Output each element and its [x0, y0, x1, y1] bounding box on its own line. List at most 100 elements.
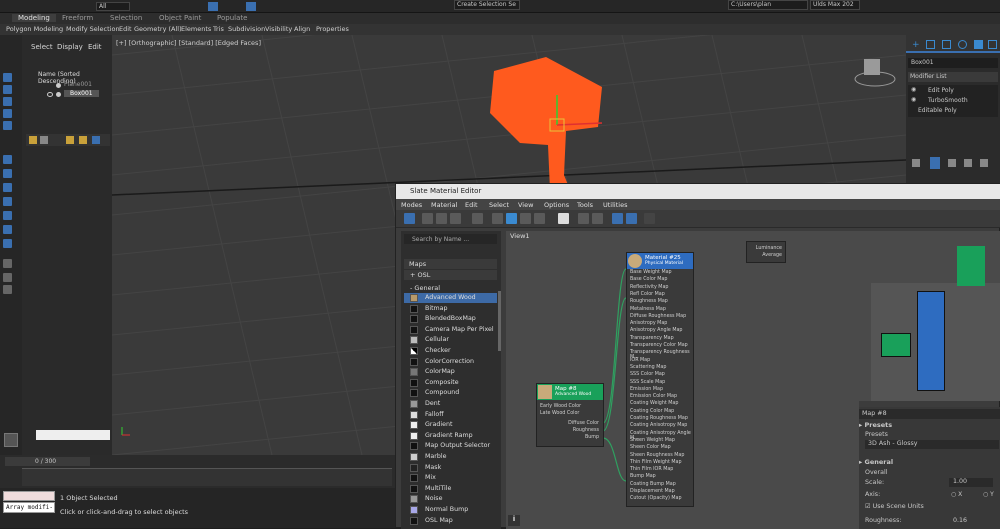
folder-icon[interactable] [66, 136, 74, 144]
create-tab-icon[interactable]: + [912, 40, 920, 50]
scene-menu-select[interactable]: Select [31, 43, 53, 51]
slot-thin-film-ior-map[interactable]: Thin Film IOR Map [630, 467, 673, 472]
layout-all-icon[interactable] [578, 213, 589, 224]
filter-groups-icon[interactable] [3, 169, 12, 178]
slot-base-color-map[interactable]: Base Color Map [630, 277, 667, 282]
slot-bump[interactable]: Bump [585, 435, 599, 440]
partial-node[interactable]: Luminance Average [746, 241, 786, 263]
ribbon-tris[interactable]: Tris [213, 25, 224, 33]
display-icon[interactable] [40, 136, 48, 144]
time-slider[interactable]: 0 / 300 [5, 457, 90, 466]
presets-dropdown[interactable]: 3D Ash - Glossy [865, 440, 999, 449]
hide-unused-slots-icon[interactable] [506, 213, 517, 224]
map-item-colormap[interactable]: ColorMap [404, 367, 497, 377]
utilities-tab-icon[interactable] [988, 40, 997, 49]
tab-modeling[interactable]: Modeling [12, 14, 56, 22]
select-by-material-icon[interactable] [644, 213, 655, 224]
slot-refl-color-map[interactable]: Refl Color Map [630, 292, 665, 297]
modifier-list-dropdown[interactable]: Modifier List [908, 72, 998, 82]
browser-search-input[interactable]: Search by Name ... [404, 234, 497, 244]
scene-menu-edit[interactable]: Edit [88, 43, 102, 51]
slot-anisotropy-angle-map[interactable]: Anisotropy Angle Map [630, 328, 682, 333]
maps-group-header[interactable]: Maps [404, 259, 497, 269]
map-item-gradient[interactable]: Gradient [404, 420, 497, 430]
filter-hidden-icon[interactable] [3, 239, 12, 248]
slot-transparency-map[interactable]: Transparency Map [630, 336, 674, 341]
map-item-blendedboxmap[interactable]: BlendedBoxMap [404, 314, 497, 324]
map-item-noise[interactable]: Noise [404, 494, 497, 504]
map-item-compound[interactable]: Compound [404, 388, 497, 398]
workspace-dropdown[interactable]: Ulds Max 202 [810, 0, 860, 10]
slot-emission-color-map[interactable]: Emission Color Map [630, 394, 677, 399]
ribbon-properties[interactable]: Properties [316, 25, 349, 33]
material-node-physical[interactable]: Material #25 Physical Material Base Weig… [626, 252, 694, 507]
slot-coating-anisotropy-map[interactable]: Coating Anisotropy Map [630, 423, 687, 428]
parameter-editor-icon[interactable] [626, 213, 637, 224]
maxscript-input[interactable]: Array modifi- [3, 502, 55, 513]
selection-set-dropdown[interactable]: Create Selection Se [454, 0, 520, 10]
filter-spacewarps-icon[interactable] [3, 155, 12, 164]
filter-xrefs-icon[interactable] [3, 183, 12, 192]
pick-material-icon[interactable] [422, 213, 433, 224]
map-item-mask[interactable]: Mask [404, 463, 497, 473]
maxscript-listener[interactable] [3, 491, 55, 501]
filter-geometry-icon[interactable] [3, 73, 12, 82]
tab-populate[interactable]: Populate [217, 14, 247, 22]
roughness-input[interactable]: 0.16 [949, 517, 993, 526]
use-scene-units-checkbox[interactable]: ☑ Use Scene Units [865, 503, 924, 510]
map-item-composite[interactable]: Composite [404, 378, 497, 388]
filter-lights-icon[interactable] [3, 97, 12, 106]
ribbon-polygon-modeling[interactable]: Polygon Modeling [6, 25, 63, 33]
invert-display-icon[interactable] [3, 285, 12, 294]
snap-toggle-icon[interactable] [208, 2, 218, 11]
explorer-toggle-icon[interactable] [4, 433, 18, 447]
select-tool-icon[interactable] [404, 213, 415, 224]
delete-selected-icon[interactable] [472, 213, 483, 224]
map-item-colorcorrection[interactable]: ColorCorrection [404, 357, 497, 367]
filter-cameras-icon[interactable] [3, 109, 12, 118]
slot-sheen-roughness-map[interactable]: Sheen Roughness Map [630, 453, 684, 458]
tab-object-paint[interactable]: Object Paint [159, 14, 201, 22]
map-item-checker[interactable]: Checker [404, 346, 497, 356]
filter-helpers-icon[interactable] [3, 121, 12, 130]
slot-sheen-color-map[interactable]: Sheen Color Map [630, 445, 671, 450]
slot-base-weight-map[interactable]: Base Weight Map [630, 270, 672, 275]
ribbon-geometry-all[interactable]: Geometry (All) [134, 25, 182, 33]
layout-children-icon[interactable] [592, 213, 603, 224]
slot-transparency-color-map[interactable]: Transparency Color Map [630, 343, 688, 348]
slot-metalness-map[interactable]: Metalness Map [630, 307, 666, 312]
tab-selection[interactable]: Selection [110, 14, 142, 22]
display-none-icon[interactable] [3, 273, 12, 282]
slot-early-wood-color[interactable]: Early Wood Color [540, 404, 581, 409]
map-item-marble[interactable]: Marble [404, 452, 497, 462]
axis-x-radio[interactable]: ○ X [951, 491, 962, 498]
project-path-field[interactable]: C:\Users\plan [728, 0, 808, 10]
ribbon-visibility[interactable]: Visibility [265, 25, 292, 33]
scene-item-plane[interactable]: Plane001 [36, 81, 110, 90]
slot-anisotropy-map[interactable]: Anisotropy Map [630, 321, 667, 326]
stack-item-editable-poly[interactable]: Editable Poly [908, 106, 998, 115]
scene-item-box[interactable]: Box001 [36, 90, 110, 99]
param-node-name[interactable]: Map #8 [859, 409, 1000, 419]
map-item-osl-map[interactable]: OSL Map [404, 516, 497, 526]
viewcube-icon[interactable] [854, 59, 896, 87]
general-group[interactable]: - General [404, 283, 497, 293]
map-item-cellular[interactable]: Cellular [404, 335, 497, 345]
eye-icon[interactable] [47, 92, 53, 97]
slot-sss-color-map[interactable]: SSS Color Map [630, 372, 665, 377]
slot-coating-color-map[interactable]: Coating Color Map [630, 409, 674, 414]
map-item-mix[interactable]: Mix [404, 473, 497, 483]
map-item-multitile[interactable]: MultiTile [404, 484, 497, 494]
settings-icon[interactable] [92, 136, 100, 144]
osl-group[interactable]: + OSL [404, 270, 497, 280]
scene-menu-display[interactable]: Display [57, 43, 83, 51]
ribbon-subdivision[interactable]: Subdivision [228, 25, 265, 33]
slate-menu-utilities[interactable]: Utilities [603, 201, 627, 209]
object-name-field[interactable]: Box001 [908, 58, 998, 68]
map-item-camera-map[interactable]: Camera Map Per Pixel [404, 325, 497, 335]
map-item-advanced-wood[interactable]: Advanced Wood [404, 293, 497, 303]
map-item-bitmap[interactable]: Bitmap [404, 304, 497, 314]
material-map-browser-icon[interactable] [612, 213, 623, 224]
slot-roughness-map[interactable]: Roughness Map [630, 299, 668, 304]
slate-menu-options[interactable]: Options [544, 201, 569, 209]
